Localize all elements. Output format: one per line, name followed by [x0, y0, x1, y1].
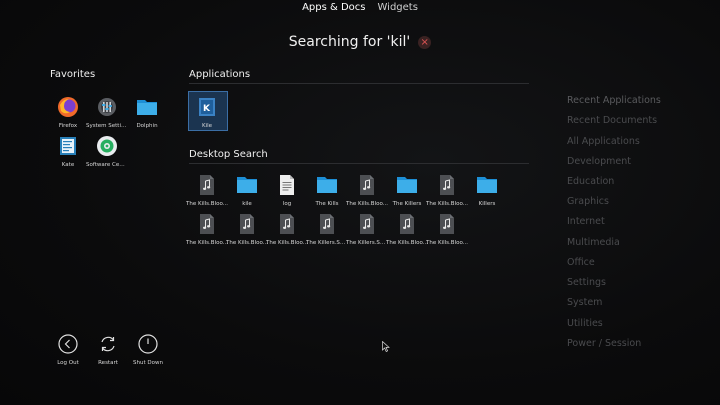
launcher-overlay: Apps & Docs Widgets Searching for 'kil' … [0, 0, 720, 405]
search-result-label: The Killers.Sa... [306, 240, 348, 246]
firefox-icon [56, 95, 80, 119]
logout-button[interactable]: Log Out [46, 334, 90, 366]
audio-file-icon [195, 212, 219, 236]
search-result-label: The Kills.Bloo... [186, 240, 228, 246]
search-result-label: The Kills.Bloo... [226, 240, 268, 246]
audio-file-icon [355, 212, 379, 236]
search-query-title: Searching for 'kil' [288, 34, 411, 50]
category-education[interactable]: Education [567, 176, 614, 187]
category-all-applications[interactable]: All Applications [567, 136, 640, 147]
top-tabs: Apps & Docs Widgets [0, 0, 720, 20]
favorite-software-center[interactable]: Software Cent... [86, 134, 128, 168]
search-result-item[interactable]: The Kills.Bloo... [226, 212, 268, 246]
folder-icon [475, 173, 499, 197]
applications-divider [189, 83, 529, 84]
audio-file-icon [195, 173, 219, 197]
search-result-label: The Kills.Bloo... [266, 240, 308, 246]
search-result-label: The Kills.Bloo... [426, 201, 468, 207]
category-utilities[interactable]: Utilities [567, 318, 603, 329]
tab-apps-docs[interactable]: Apps & Docs [299, 0, 368, 20]
favorite-dolphin[interactable]: Dolphin [127, 95, 167, 129]
search-result-item[interactable]: The Kills.Bloo... [426, 173, 468, 207]
kile-icon: K [195, 95, 219, 119]
settings-icon [95, 95, 119, 119]
search-result-label: The Kills.Bloo... [426, 240, 468, 246]
category-graphics[interactable]: Graphics [567, 196, 609, 207]
folder-icon [135, 95, 159, 119]
restart-icon [101, 336, 115, 352]
app-label: Kile [201, 123, 213, 129]
favorite-label: System Settings [86, 123, 128, 129]
search-result-item[interactable]: kile [227, 173, 267, 207]
desktop-search-divider [189, 163, 529, 164]
app-kile[interactable]: K Kile [187, 95, 227, 129]
folder-icon [235, 173, 259, 197]
category-office[interactable]: Office [567, 257, 595, 268]
search-result-item[interactable]: log [267, 173, 307, 207]
discover-icon [95, 134, 119, 158]
search-result-item[interactable]: The Kills.Bloo... [186, 173, 228, 207]
desktop-search-title: Desktop Search [189, 149, 268, 160]
search-result-label: The Kills.Bloo... [386, 240, 428, 246]
mouse-cursor-icon [382, 341, 390, 352]
search-result-label: The Kills.Bloo... [186, 201, 228, 207]
search-result-item[interactable]: The Kills.Bloo... [386, 212, 428, 246]
search-result-label: The Killers [392, 201, 422, 207]
category-multimedia[interactable]: Multimedia [567, 237, 620, 248]
category-recent-documents[interactable]: Recent Documents [567, 115, 657, 126]
audio-file-icon [395, 212, 419, 236]
audio-file-icon [315, 212, 339, 236]
clear-search-icon[interactable]: × [418, 35, 432, 49]
favorite-label: Software Cent... [86, 162, 128, 168]
search-result-label: log [282, 201, 292, 207]
audio-file-icon [355, 173, 379, 197]
category-system[interactable]: System [567, 297, 602, 308]
audio-file-icon [275, 212, 299, 236]
search-header: Searching for 'kil' × [0, 34, 720, 50]
search-result-label: The Killers.Sa... [346, 240, 388, 246]
search-result-label: The Kills [315, 201, 339, 207]
shutdown-button[interactable]: Shut Down [126, 334, 170, 366]
category-power-session[interactable]: Power / Session [567, 338, 641, 349]
kate-icon [56, 134, 80, 158]
svg-text:K: K [203, 104, 211, 114]
favorite-label: Firefox [58, 123, 78, 129]
search-result-item[interactable]: The Killers.Sa... [306, 212, 348, 246]
logout-label: Log Out [57, 360, 79, 366]
search-result-label: kile [242, 201, 252, 207]
favorite-kate[interactable]: Kate [48, 134, 88, 168]
category-recent-applications[interactable]: Recent Applications [567, 95, 661, 106]
shutdown-label: Shut Down [133, 360, 163, 366]
audio-file-icon [235, 212, 259, 236]
audio-file-icon [435, 212, 459, 236]
favorite-system-settings[interactable]: System Settings [86, 95, 128, 129]
audio-file-icon [435, 173, 459, 197]
search-result-item[interactable]: The Kills.Bloo... [186, 212, 228, 246]
search-result-item[interactable]: The Kills [307, 173, 347, 207]
favorite-label: Dolphin [136, 123, 158, 129]
folder-icon [315, 173, 339, 197]
favorites-title: Favorites [50, 69, 96, 80]
search-result-label: The Kills.Bloo... [346, 201, 388, 207]
restart-button[interactable]: Restart [86, 334, 130, 366]
category-settings[interactable]: Settings [567, 277, 606, 288]
search-result-item[interactable]: Killers [467, 173, 507, 207]
category-development[interactable]: Development [567, 156, 631, 167]
search-result-label: Killers [478, 201, 496, 207]
restart-label: Restart [98, 360, 118, 366]
text-file-icon [275, 173, 299, 197]
search-result-item[interactable]: The Killers [387, 173, 427, 207]
category-internet[interactable]: Internet [567, 216, 605, 227]
search-result-item[interactable]: The Kills.Bloo... [346, 173, 388, 207]
tab-widgets[interactable]: Widgets [375, 0, 421, 20]
favorite-firefox[interactable]: Firefox [48, 95, 88, 129]
applications-title: Applications [189, 69, 251, 80]
favorite-label: Kate [61, 162, 75, 168]
logout-icon [58, 334, 78, 354]
search-result-item[interactable]: The Kills.Bloo... [266, 212, 308, 246]
search-result-item[interactable]: The Killers.Sa... [346, 212, 388, 246]
folder-icon [395, 173, 419, 197]
shutdown-icon [138, 334, 158, 354]
search-result-item[interactable]: The Kills.Bloo... [426, 212, 468, 246]
